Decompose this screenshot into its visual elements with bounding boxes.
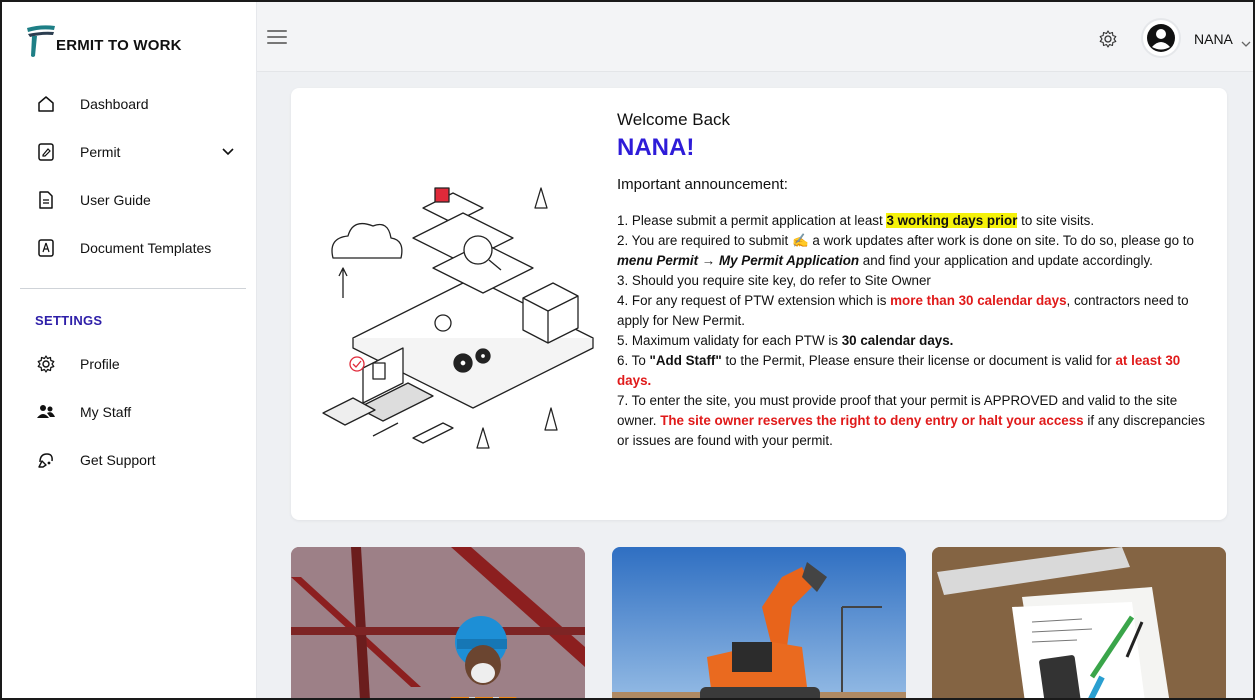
photo-card-excavator[interactable]	[612, 547, 906, 698]
pdf-icon	[36, 238, 56, 258]
announcement-item: 3. Should you require site key, do refer…	[617, 273, 931, 288]
users-icon	[36, 402, 56, 422]
welcome-card: Welcome Back NANA! Important announcemen…	[291, 88, 1227, 520]
sidebar-item-profile[interactable]: Profile	[2, 340, 257, 388]
sidebar-item-user-guide[interactable]: User Guide	[2, 176, 257, 224]
support-icon	[36, 450, 56, 470]
announcement-item: 4. For any request of PTW extension whic…	[617, 293, 1189, 328]
photo-card-worker[interactable]	[291, 547, 585, 698]
sidebar-item-label: Dashboard	[80, 96, 149, 112]
workspace-illustration	[313, 168, 613, 458]
announcement-title: Important announcement:	[617, 176, 788, 193]
announcement-item: 1. Please submit a permit application at…	[617, 213, 1095, 228]
sidebar-item-label: Profile	[80, 356, 120, 372]
top-bar: NANA	[257, 2, 1253, 72]
sidebar-item-document-templates[interactable]: Document Templates	[2, 224, 257, 272]
sidebar-item-permit[interactable]: Permit	[2, 128, 257, 176]
sidebar-divider	[20, 288, 246, 289]
user-name[interactable]: NANA	[1194, 31, 1233, 47]
chevron-down-icon[interactable]	[221, 144, 235, 162]
sidebar-item-label: My Staff	[80, 404, 132, 420]
sidebar-item-get-support[interactable]: Get Support	[2, 436, 257, 484]
announcement-item: 2. You are required to submit ✍️ a work …	[617, 233, 1194, 268]
brand-logo[interactable]: ERMIT TO WORK	[24, 18, 182, 62]
photo-card-desk[interactable]	[932, 547, 1226, 698]
welcome-user-name: NANA!	[617, 134, 695, 161]
menu-toggle-icon[interactable]	[267, 30, 287, 44]
sidebar-item-label: Permit	[80, 144, 121, 160]
app-window: ERMIT TO WORK Dashboard Permit User Guid…	[0, 0, 1255, 700]
main-nav: Dashboard Permit User Guide Document Tem…	[2, 80, 257, 272]
home-icon	[36, 94, 56, 114]
sidebar-item-label: Get Support	[80, 452, 156, 468]
gear-icon	[36, 354, 56, 374]
chevron-down-icon[interactable]	[1241, 35, 1251, 53]
brand-name: ERMIT TO WORK	[56, 36, 182, 54]
announcement-item: 7. To enter the site, you must provide p…	[617, 393, 1205, 448]
sidebar-item-label: User Guide	[80, 192, 151, 208]
main-content: Welcome Back NANA! Important announcemen…	[257, 72, 1253, 698]
sidebar-item-my-staff[interactable]: My Staff	[2, 388, 257, 436]
sidebar-item-dashboard[interactable]: Dashboard	[2, 80, 257, 128]
settings-gear-icon[interactable]	[1099, 30, 1117, 53]
announcement-item: 5. Maximum validaty for each PTW is 30 c…	[617, 333, 954, 348]
settings-heading: SETTINGS	[35, 313, 103, 328]
avatar[interactable]	[1143, 20, 1179, 56]
document-icon	[36, 190, 56, 210]
permit-icon	[36, 142, 56, 162]
logo-mark-icon	[24, 20, 58, 60]
welcome-greeting: Welcome Back	[617, 110, 731, 129]
sidebar: ERMIT TO WORK Dashboard Permit User Guid…	[2, 2, 257, 698]
settings-nav: Profile My Staff Get Support	[2, 340, 257, 484]
announcement-item: 6. To "Add Staff" to the Permit, Please …	[617, 353, 1181, 388]
writing-hand-icon: ✍️	[791, 233, 809, 248]
welcome-text: Welcome Back NANA! Important announcemen…	[617, 108, 1207, 451]
announcement-list: 1. Please submit a permit application at…	[617, 211, 1207, 451]
sidebar-item-label: Document Templates	[80, 240, 212, 256]
user-avatar-icon	[1147, 24, 1175, 52]
